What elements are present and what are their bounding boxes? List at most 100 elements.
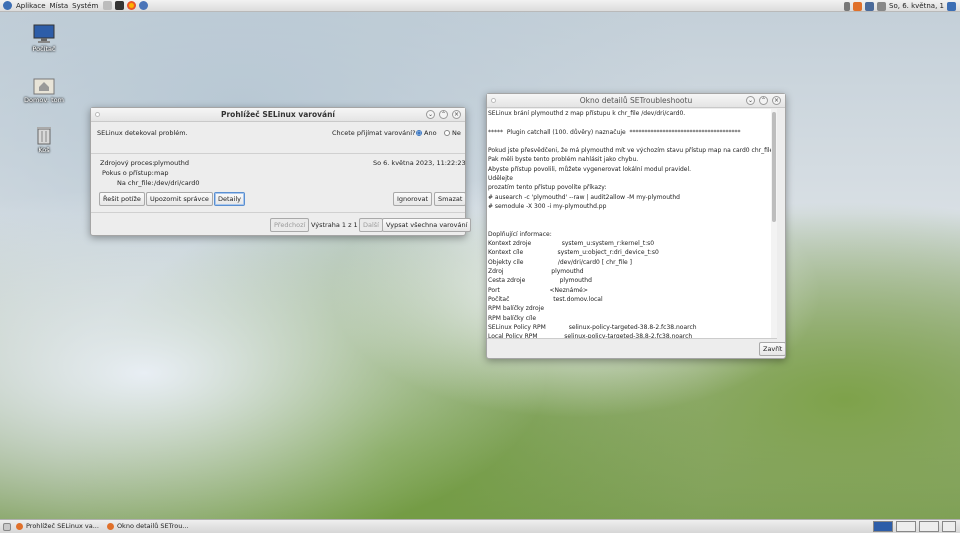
menu-places[interactable]: Místa xyxy=(50,2,69,10)
details-line: Pak měli byste tento problém nahlásit ja… xyxy=(488,156,639,164)
clock[interactable]: So, 6. května, 1 xyxy=(889,2,944,10)
details-line: SELinux brání plymouthd z map přístupu k… xyxy=(488,110,686,117)
radio-no-indicator xyxy=(444,130,450,136)
details-line: RPM balíčky cíle xyxy=(488,314,537,322)
previous-button[interactable]: Předchozí xyxy=(270,218,310,232)
computer-icon xyxy=(33,24,55,44)
volume-icon[interactable] xyxy=(877,1,887,11)
window-menu-icon[interactable] xyxy=(491,98,496,103)
details-text-area[interactable]: SELinux brání plymouthd z map přístupu k… xyxy=(487,109,777,339)
alert-date: So 6. května 2023, 11:22:23 xyxy=(373,159,466,167)
notification-icon[interactable] xyxy=(947,1,956,11)
close-details-button[interactable]: Zavřít xyxy=(759,342,787,356)
receive-question: Chcete přijímat varování? xyxy=(332,129,416,137)
scrollbar-thumb[interactable] xyxy=(772,112,776,222)
window-title: Okno detailů SETroubleshootu xyxy=(579,96,693,105)
selinux-alert-icon xyxy=(106,523,114,530)
next-button[interactable]: Další xyxy=(359,218,383,232)
details-line: # ausearch -c 'plymouthd' --raw | audit2… xyxy=(488,193,680,201)
alert-counter: Výstraha 1 z 1 xyxy=(311,221,358,229)
details-titlebar[interactable]: Okno detailů SETroubleshootu ⌄ ⌃ × xyxy=(487,94,785,108)
list-all-alerts-button[interactable]: Vypsat všechna varování xyxy=(382,218,472,232)
desktop-icon-home[interactable]: Domov: tom xyxy=(24,75,64,104)
fedora-logo-icon[interactable] xyxy=(3,1,12,10)
target-label: Na chr_file: xyxy=(117,179,154,187)
details-line: Počítač test.domov.local xyxy=(488,295,603,303)
details-scrollbar[interactable] xyxy=(771,109,777,338)
task-setroubleshoot-details[interactable]: Okno detailů SETrou... xyxy=(104,521,192,532)
desktop-icon-computer[interactable]: Počítač xyxy=(24,24,64,53)
details-line: RPM balíčky zdroje xyxy=(488,305,545,313)
details-line: Kontext zdroje system_u:system_r:kernel_… xyxy=(488,240,655,248)
details-line xyxy=(487,221,777,230)
details-line: Pokud jste přesvědčeni, že má plymouthd … xyxy=(488,147,776,155)
details-line: Doplňující informace: xyxy=(488,230,552,238)
network-icon[interactable] xyxy=(865,1,875,11)
home-folder-icon xyxy=(33,75,55,95)
radio-no[interactable]: Ne xyxy=(444,129,461,137)
system-tray: So, 6. května, 1 xyxy=(844,0,956,12)
details-line: Cesta zdroje plymouthd xyxy=(488,277,592,285)
trash-icon xyxy=(33,125,55,145)
workspace-3[interactable] xyxy=(919,521,939,532)
selinux-alert-icon xyxy=(16,523,23,530)
details-line xyxy=(487,211,777,220)
details-line: SELinux Policy RPM selinux-policy-target… xyxy=(488,323,697,331)
close-button[interactable]: × xyxy=(772,96,781,105)
attempt-label: Pokus o přístup: xyxy=(102,169,154,177)
selinux-alert-icon[interactable] xyxy=(853,1,863,11)
audio-icon[interactable] xyxy=(844,1,851,11)
source-process-value: plymouthd xyxy=(154,159,190,167)
radio-yes-indicator xyxy=(416,130,422,136)
github-launcher-icon[interactable] xyxy=(139,1,149,10)
workspace-2[interactable] xyxy=(896,521,916,532)
task-selinux-alert[interactable]: Prohlížeč SELinux va... xyxy=(13,521,102,532)
details-line: Objekty cíle /dev/dri/card0 [ chr_file ] xyxy=(488,258,632,266)
file-manager-launcher-icon[interactable] xyxy=(103,1,113,10)
terminal-launcher-icon[interactable] xyxy=(115,1,125,10)
ignore-button[interactable]: Ignorovat xyxy=(393,192,433,206)
details-line: Kontext cíle system_u:object_r:dri_devic… xyxy=(488,249,659,257)
desktop-icon-label: Koš xyxy=(38,146,50,154)
details-line: # semodule -X 300 -i my-plymouthd.pp xyxy=(488,202,607,210)
detected-message: SELinux detekoval problém. xyxy=(97,129,188,137)
details-line: Abyste přístup povolili, můžete vygenero… xyxy=(488,165,692,173)
maximize-button[interactable]: ⌃ xyxy=(439,110,448,119)
details-line: Port <Neznámé> xyxy=(488,286,588,294)
workspace-4[interactable] xyxy=(942,521,956,532)
alert-titlebar[interactable]: Prohlížeč SELinux varování ⌄ ⌃ × xyxy=(91,108,465,122)
desktop-icon-label: Počítač xyxy=(32,45,56,53)
radio-yes[interactable]: Ano xyxy=(416,129,437,137)
details-line: Udělejte xyxy=(488,175,513,183)
notify-admin-button[interactable]: Upozornit správce xyxy=(146,192,213,206)
window-menu-icon[interactable] xyxy=(95,112,100,117)
divider xyxy=(91,153,465,154)
details-line: Zdroj plymouthd xyxy=(488,268,584,276)
details-line: prozatím tento přístup povolíte příkazy: xyxy=(488,184,607,192)
menu-system[interactable]: Systém xyxy=(72,2,98,10)
desktop-icon-label: Domov: tom xyxy=(24,96,64,104)
setroubleshoot-details-window: Okno detailů SETroubleshootu ⌄ ⌃ × SELin… xyxy=(486,93,787,359)
delete-button[interactable]: Smazat xyxy=(434,192,467,206)
close-button[interactable]: × xyxy=(452,110,461,119)
menu-applications[interactable]: Aplikace xyxy=(16,2,46,10)
minimize-button[interactable]: ⌄ xyxy=(426,110,435,119)
divider xyxy=(91,212,465,213)
source-process-label: Zdrojový proces: xyxy=(100,159,155,167)
workspace-1[interactable] xyxy=(873,521,893,532)
details-button[interactable]: Detaily xyxy=(214,192,245,206)
maximize-button[interactable]: ⌃ xyxy=(759,96,768,105)
firefox-launcher-icon[interactable] xyxy=(127,1,137,10)
details-line xyxy=(487,137,777,146)
details-line: ***** Plugin catchall (100. důvěry) nazn… xyxy=(488,128,741,136)
top-panel: Aplikace Místa Systém So, 6. května, 1 xyxy=(0,0,960,12)
show-desktop-icon[interactable] xyxy=(3,522,11,531)
attempt-value: map xyxy=(154,169,169,177)
minimize-button[interactable]: ⌄ xyxy=(746,96,755,105)
selinux-alert-window: Prohlížeč SELinux varování ⌄ ⌃ × SELinux… xyxy=(90,107,472,236)
details-line xyxy=(487,118,777,127)
desktop-icon-trash[interactable]: Koš xyxy=(24,125,64,154)
troubleshoot-button[interactable]: Řešit potíže xyxy=(99,192,145,206)
details-text: SELinux brání plymouthd z map přístupu k… xyxy=(487,109,777,338)
window-title: Prohlížeč SELinux varování xyxy=(220,110,335,119)
